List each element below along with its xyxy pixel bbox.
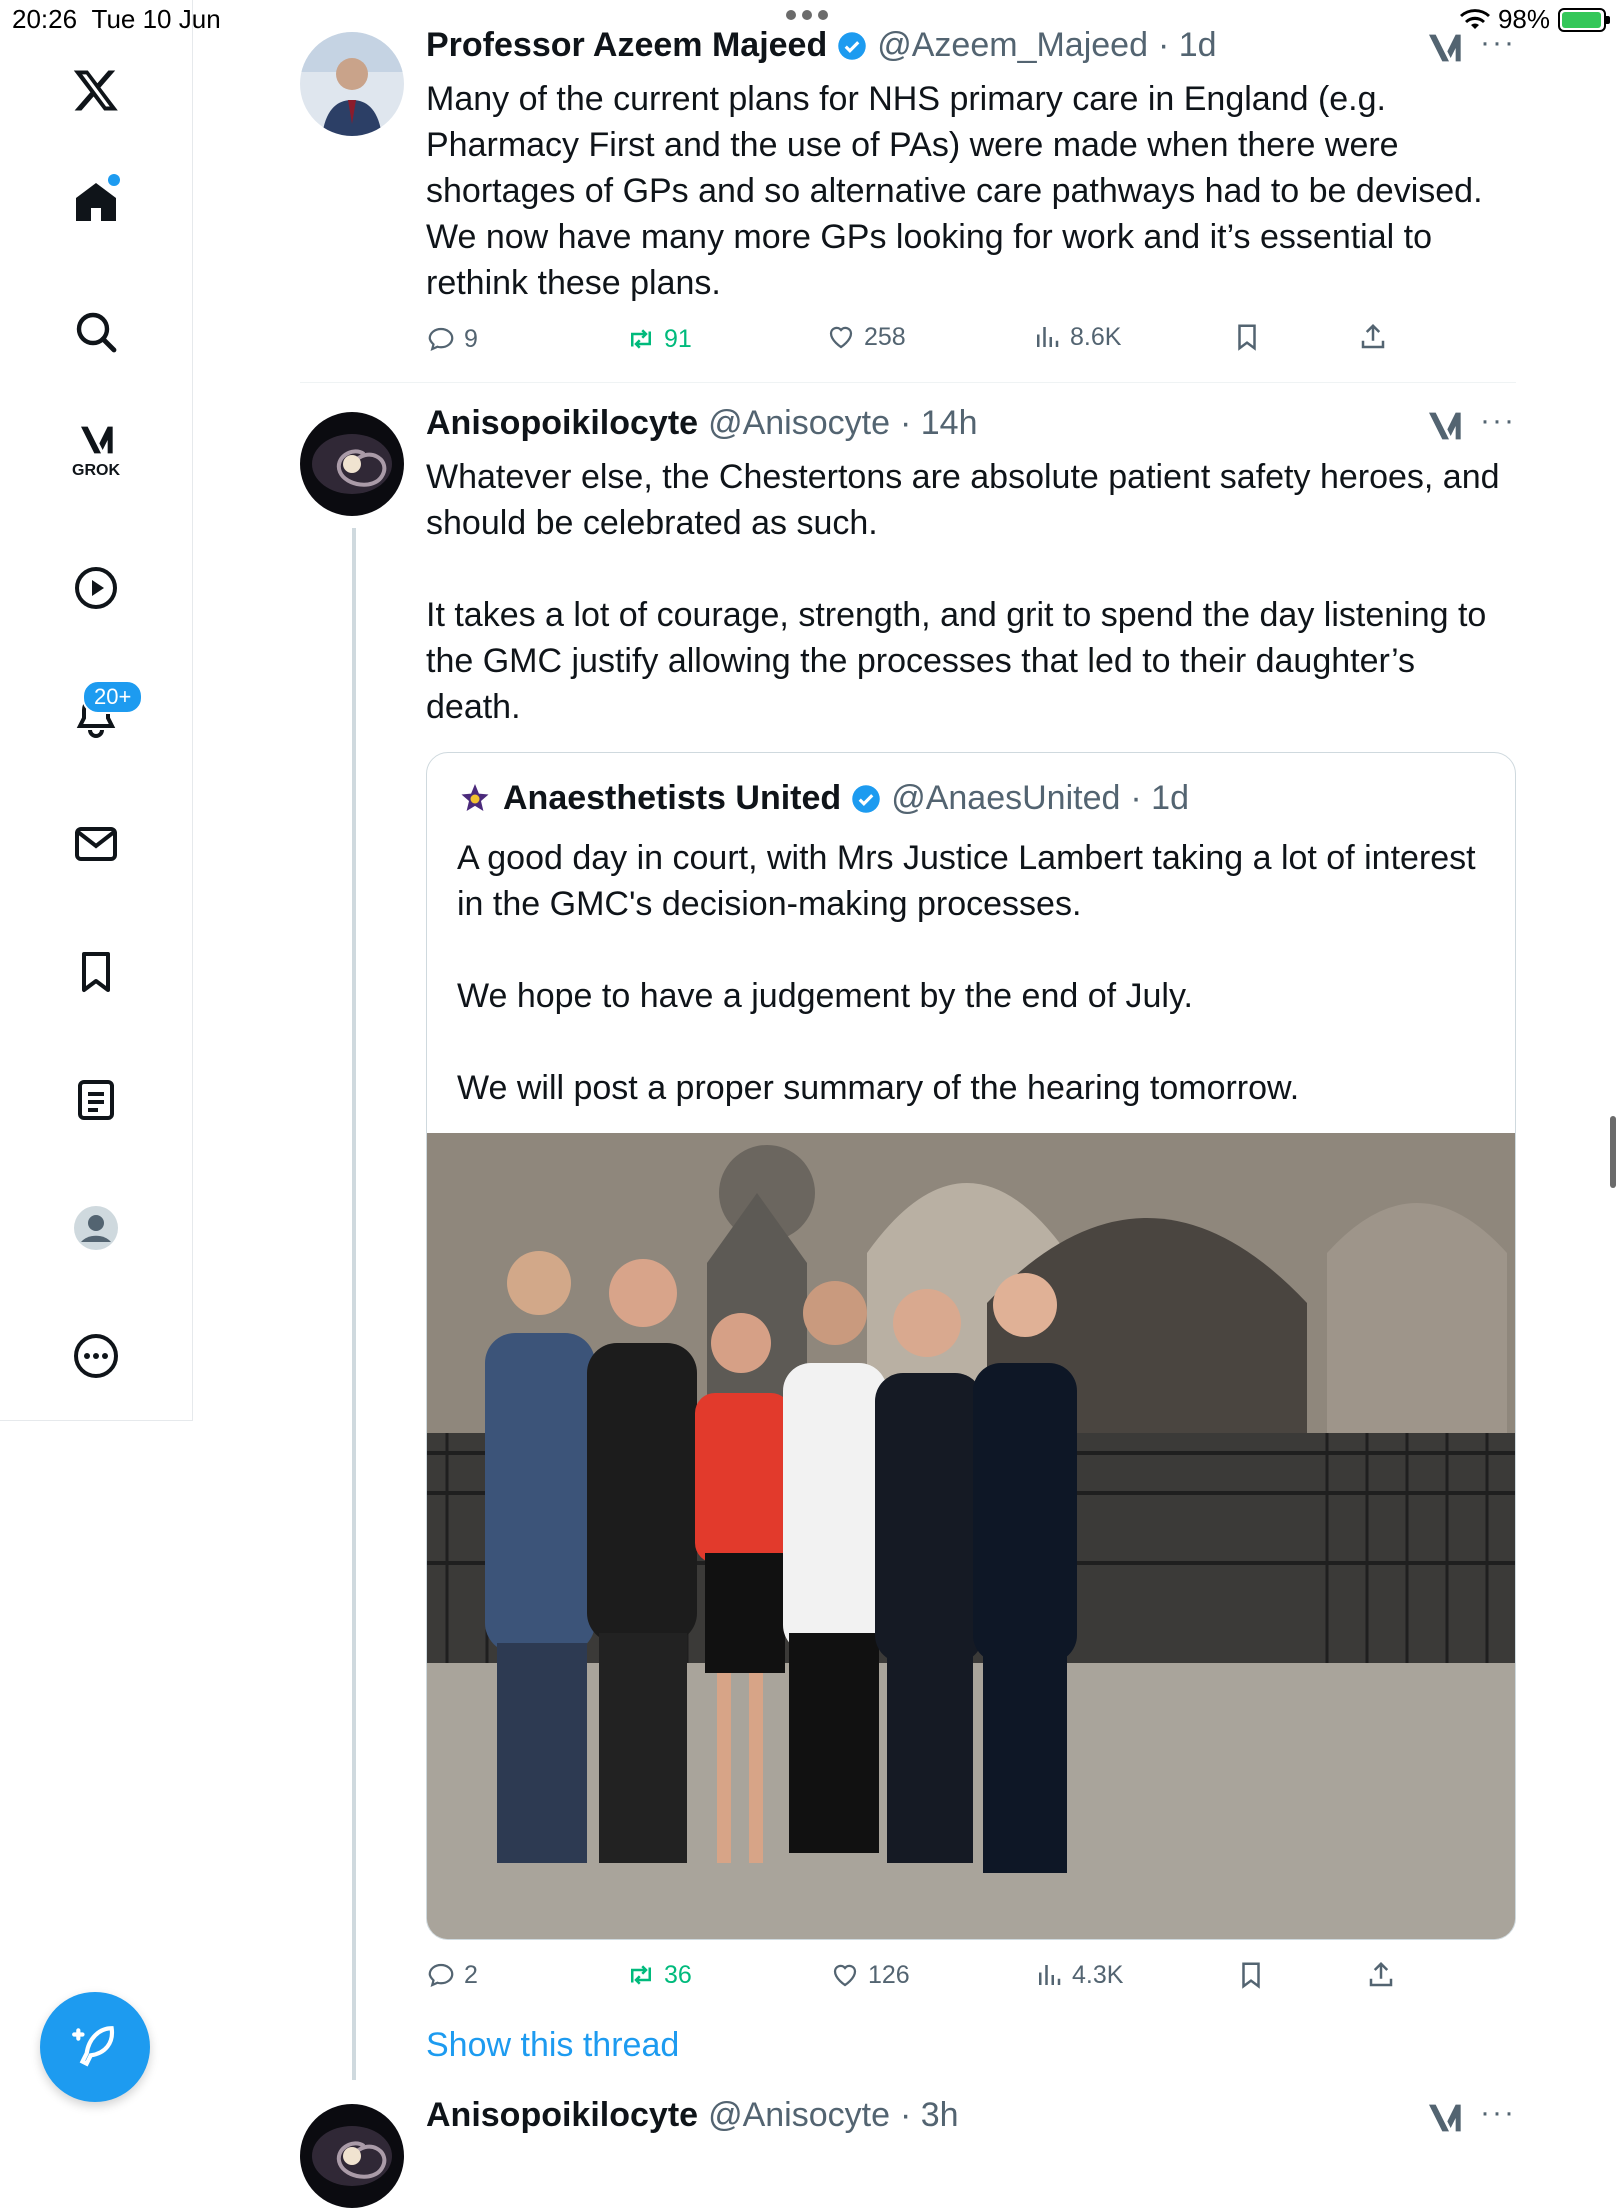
tweet-time[interactable]: · 14h xyxy=(900,404,978,443)
tweet-header: Anisopoikilocyte @Anisocyte · 3h xyxy=(426,2096,959,2135)
tweet-divider xyxy=(300,382,1516,383)
like-count: 258 xyxy=(864,322,906,351)
author-name[interactable]: Anisopoikilocyte xyxy=(426,404,698,443)
search-icon[interactable] xyxy=(66,302,126,362)
compose-icon xyxy=(72,2026,115,2067)
author-name[interactable]: Anisopoikilocyte xyxy=(426,2096,698,2135)
reply-button[interactable]: 9 xyxy=(426,324,478,354)
bookmark-button[interactable] xyxy=(1232,322,1262,352)
retweet-button[interactable]: 91 xyxy=(626,324,692,354)
more-icon[interactable] xyxy=(66,1326,126,1386)
quote-tweet-card[interactable]: Anaesthetists United @AnaesUnited · 1d A… xyxy=(426,752,1516,1940)
tweet-header: Anisopoikilocyte @Anisocyte · 14h xyxy=(426,404,977,443)
views-icon xyxy=(1037,327,1059,347)
home-icon[interactable] xyxy=(66,172,126,232)
more-options-icon[interactable]: ··· xyxy=(1480,2096,1516,2130)
retweet-button[interactable]: 36 xyxy=(626,1960,692,1990)
notifications-badge: 20+ xyxy=(82,680,144,714)
like-count: 126 xyxy=(868,1960,910,1989)
messages-icon[interactable] xyxy=(66,814,126,874)
quote-header: Anaesthetists United @AnaesUnited · 1d xyxy=(457,779,1189,818)
author-handle[interactable]: @Anisocyte xyxy=(708,404,890,443)
share-icon xyxy=(1361,323,1385,349)
avatar[interactable] xyxy=(300,32,404,136)
avatar[interactable] xyxy=(300,412,404,516)
tweet-time[interactable]: · 1d xyxy=(1158,26,1217,65)
avatar[interactable] xyxy=(300,2104,404,2208)
share-button[interactable] xyxy=(1366,1960,1396,1990)
bookmark-button[interactable] xyxy=(1236,1960,1266,1990)
compose-button[interactable] xyxy=(40,1992,150,2102)
tweet-header: Professor Azeem Majeed @Azeem_Majeed · 1… xyxy=(426,26,1217,65)
verified-badge-icon xyxy=(838,31,866,60)
more-options-icon[interactable]: ··· xyxy=(1480,404,1516,438)
quote-author-name[interactable]: Anaesthetists United xyxy=(503,779,841,818)
grok-explain-icon[interactable] xyxy=(1424,406,1464,451)
more-options-icon[interactable]: ··· xyxy=(1480,26,1516,60)
reply-count: 2 xyxy=(464,1960,478,1989)
sidebar: GROK 20+ xyxy=(0,0,193,1421)
show-thread-link[interactable]: Show this thread xyxy=(426,2026,679,2065)
bookmark-icon xyxy=(1238,324,1256,351)
quote-time: · 1d xyxy=(1130,779,1189,817)
retweet-count: 36 xyxy=(664,1960,692,1989)
quote-author-handle[interactable]: @AnaesUnited xyxy=(891,779,1120,818)
author-handle[interactable]: @Anisocyte xyxy=(708,2096,890,2135)
view-count: 8.6K xyxy=(1070,322,1122,351)
bookmarks-icon[interactable] xyxy=(66,942,126,1002)
views-button[interactable]: 8.6K xyxy=(1032,322,1121,352)
share-icon xyxy=(1369,1961,1393,1987)
tweet-text: Many of the current plans for NHS primar… xyxy=(426,80,1483,302)
views-icon xyxy=(1039,1965,1061,1985)
photo[interactable] xyxy=(427,1133,1515,1939)
grok-explain-icon[interactable] xyxy=(1424,28,1464,73)
reply-count: 9 xyxy=(464,324,478,353)
author-name[interactable]: Professor Azeem Majeed xyxy=(426,26,827,65)
reply-icon xyxy=(428,327,454,351)
retweet-count: 91 xyxy=(664,324,692,353)
bookmark-icon xyxy=(1242,1962,1260,1989)
view-count: 4.3K xyxy=(1072,1960,1124,1989)
heart-icon xyxy=(829,326,853,349)
thread-line xyxy=(352,528,356,2080)
scrollbar[interactable] xyxy=(1610,1116,1616,1188)
retweet-icon xyxy=(631,329,651,349)
x-logo-icon[interactable] xyxy=(66,60,126,120)
tweet-time[interactable]: · 3h xyxy=(900,2096,959,2135)
quote-text: A good day in court, with Mrs Justice La… xyxy=(457,839,1476,1107)
multitask-icon[interactable] xyxy=(786,10,828,20)
author-handle[interactable]: @Azeem_Majeed xyxy=(877,26,1148,65)
heart-icon xyxy=(833,1964,857,1987)
like-button[interactable]: 258 xyxy=(826,322,906,352)
retweet-icon xyxy=(631,1965,651,1985)
grok-explain-icon[interactable] xyxy=(1424,2098,1464,2143)
notifications-icon[interactable]: 20+ xyxy=(66,680,144,746)
profile-icon[interactable] xyxy=(66,1198,126,1258)
tweet-text: Whatever else, the Chestertons are absol… xyxy=(426,458,1500,726)
share-button[interactable] xyxy=(1358,322,1388,352)
video-icon[interactable] xyxy=(66,558,126,618)
like-button[interactable]: 126 xyxy=(830,1960,910,1990)
courthouse-photo xyxy=(427,1133,1515,1939)
grok-icon[interactable]: GROK xyxy=(66,420,126,480)
views-button[interactable]: 4.3K xyxy=(1034,1960,1123,1990)
reply-button[interactable]: 2 xyxy=(426,1960,478,1990)
reply-icon xyxy=(428,1963,454,1987)
battery-fill xyxy=(1562,11,1602,28)
verified-badge-icon xyxy=(852,784,880,813)
battery-icon xyxy=(1558,7,1610,32)
grok-label: GROK xyxy=(72,462,120,479)
quote-avatar-icon xyxy=(458,782,492,815)
home-notification-dot xyxy=(108,174,120,186)
lists-icon[interactable] xyxy=(66,1070,126,1130)
